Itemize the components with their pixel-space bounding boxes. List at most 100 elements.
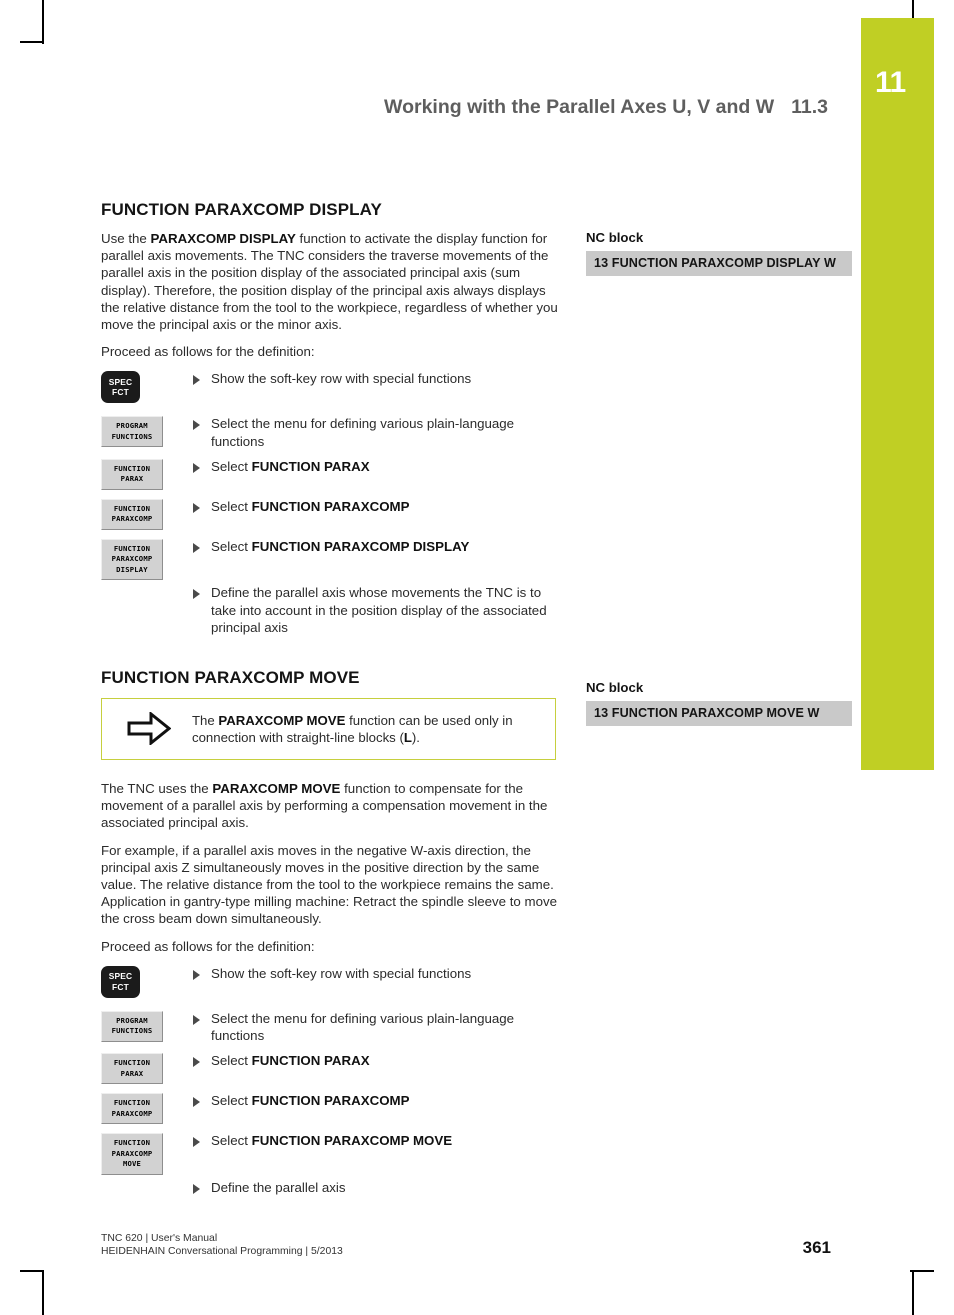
- step-body: Define the parallel axis whose movements…: [193, 583, 563, 636]
- bullet-triangle-icon: [193, 502, 200, 513]
- procedure-step: Define the parallel axis: [101, 1178, 563, 1196]
- bullet-triangle-icon: [193, 1137, 200, 1148]
- key-cell: FUNCTION PARAXCOMP MOVE: [101, 1131, 193, 1175]
- running-head-title: Working with the Parallel Axes U, V and …: [384, 96, 775, 118]
- proceed-label-move: Proceed as follows for the definition:: [101, 938, 315, 954]
- step-text: Select the menu for defining various pla…: [211, 416, 515, 449]
- chapter-tab: 11: [861, 18, 934, 770]
- footer-manual-info: TNC 620 | User's Manual HEIDENHAIN Conve…: [101, 1232, 343, 1258]
- step-body: Select FUNCTION PARAX: [193, 1051, 370, 1069]
- step-body: Show the soft-key row with special funct…: [193, 964, 471, 982]
- step-body: Select FUNCTION PARAXCOMP DISPLAY: [193, 537, 469, 555]
- step-text-emphasis: FUNCTION PARAXCOMP: [251, 1093, 410, 1109]
- bullet-triangle-icon: [193, 420, 200, 431]
- step-text-prefix: Select: [211, 458, 252, 474]
- hardkey-line-2: FCT: [112, 981, 129, 992]
- running-head-section-number: 11.3: [791, 96, 828, 118]
- step-body: Select the menu for defining various pla…: [193, 414, 563, 449]
- softkey-function-paraxcomp-move[interactable]: FUNCTION PARAXCOMP MOVE: [101, 1133, 163, 1175]
- step-text-emphasis: FUNCTION PARAXCOMP MOVE: [251, 1133, 453, 1149]
- crop-mark-bottom-left-horizontal: [20, 1270, 44, 1272]
- softkey-line-1: FUNCTION: [113, 503, 151, 513]
- procedure-step: PROGRAM FUNCTIONS Select the menu for de…: [101, 1009, 563, 1044]
- softkey-line-1: FUNCTION: [113, 1138, 151, 1148]
- softkey-function-paraxcomp[interactable]: FUNCTION PARAXCOMP: [101, 498, 163, 530]
- para1-emphasis: PARAXCOMP MOVE: [212, 780, 341, 796]
- chapter-tab-number: 11: [875, 66, 906, 99]
- running-head: Working with the Parallel Axes U, V and …: [100, 96, 828, 119]
- step-text-prefix: Select: [211, 1053, 252, 1069]
- section-title-paraxcomp-display: FUNCTION PARAXCOMP DISPLAY: [101, 200, 382, 219]
- softkey-line-2: FUNCTIONS: [111, 1026, 153, 1036]
- hardkey-spec-fct[interactable]: SPEC FCT: [101, 371, 140, 404]
- softkey-function-paraxcomp[interactable]: FUNCTION PARAXCOMP: [101, 1093, 163, 1125]
- nc-block-label: NC block: [586, 230, 644, 245]
- bullet-triangle-icon: [193, 1014, 200, 1025]
- softkey-line-2: PARAXCOMP: [111, 514, 153, 524]
- key-cell: FUNCTION PARAXCOMP: [101, 497, 193, 530]
- step-text-emphasis: FUNCTION PARAX: [251, 1053, 370, 1069]
- step-text: Select FUNCTION PARAXCOMP MOVE: [211, 1132, 452, 1149]
- softkey-line-1: FUNCTION: [113, 1098, 151, 1108]
- step-body: Select FUNCTION PARAX: [193, 457, 370, 475]
- key-cell: SPEC FCT: [101, 964, 193, 998]
- step-text: Show the soft-key row with special funct…: [211, 965, 472, 981]
- crop-mark-bottom-right-horizontal: [910, 1270, 934, 1272]
- key-cell: FUNCTION PARAX: [101, 457, 193, 490]
- softkey-program-functions[interactable]: PROGRAM FUNCTIONS: [101, 1010, 163, 1042]
- section-title-paraxcomp-move: FUNCTION PARAXCOMP MOVE: [101, 667, 360, 687]
- note-emphasis-2: L: [403, 729, 412, 745]
- note-icon-wrap: [102, 712, 192, 746]
- key-cell: FUNCTION PARAX: [101, 1051, 193, 1085]
- step-body: Select FUNCTION PARAXCOMP: [193, 497, 410, 515]
- procedure-step: SPEC FCT Show the soft-key row with spec…: [101, 964, 563, 998]
- note-box: The PARAXCOMP MOVE function can be used …: [101, 697, 556, 760]
- procedure-step: FUNCTION PARAXCOMP Select FUNCTION PARAX…: [101, 497, 563, 530]
- procedure-step: FUNCTION PARAX Select FUNCTION PARAX: [101, 1051, 563, 1085]
- crop-mark-bottom-left-vertical: [42, 1271, 44, 1315]
- procedure-step: FUNCTION PARAXCOMP MOVE Select FUNCTION …: [101, 1131, 563, 1175]
- step-text: Select the menu for defining various pla…: [211, 1010, 515, 1043]
- step-text: Select FUNCTION PARAXCOMP: [211, 1092, 410, 1109]
- key-cell: SPEC FCT: [101, 369, 193, 404]
- bullet-triangle-icon: [193, 462, 200, 473]
- page-number: 361: [802, 1238, 831, 1257]
- step-text: Select FUNCTION PARAX: [211, 458, 370, 475]
- note-text-c: ).: [411, 729, 420, 745]
- bullet-triangle-icon: [193, 1097, 200, 1108]
- step-text: Select FUNCTION PARAX: [211, 1052, 370, 1069]
- hardkey-line-1: SPEC: [108, 376, 133, 387]
- key-cell: PROGRAM FUNCTIONS: [101, 1009, 193, 1042]
- softkey-line-2: FUNCTIONS: [111, 431, 153, 441]
- para1-text-a: The TNC uses the: [101, 780, 213, 796]
- proceed-label-display: Proceed as follows for the definition:: [101, 344, 315, 360]
- crop-mark-top-left-vertical: [42, 0, 44, 44]
- softkey-line-2: PARAX: [120, 474, 144, 484]
- procedure-step: FUNCTION PARAXCOMP DISPLAY Select FUNCTI…: [101, 537, 563, 581]
- procedure-list-move: SPEC FCT Show the soft-key row with spec…: [101, 964, 563, 1196]
- step-text-prefix: Select: [211, 538, 252, 554]
- step-body: Select FUNCTION PARAXCOMP MOVE: [193, 1131, 452, 1149]
- step-body: Show the soft-key row with special funct…: [193, 369, 471, 387]
- arrow-right-outline-icon: [127, 712, 171, 746]
- step-text-emphasis: FUNCTION PARAX: [251, 458, 370, 474]
- hardkey-line-1: SPEC: [108, 971, 133, 982]
- hardkey-spec-fct[interactable]: SPEC FCT: [101, 965, 140, 998]
- footer-line-1: TNC 620 | User's Manual: [101, 1233, 218, 1244]
- softkey-program-functions[interactable]: PROGRAM FUNCTIONS: [101, 416, 163, 448]
- bullet-triangle-icon: [193, 589, 200, 600]
- softkey-function-paraxcomp-display[interactable]: FUNCTION PARAXCOMP DISPLAY: [101, 538, 163, 581]
- paragraph-paraxcomp-move-2: For example, if a parallel axis moves in…: [101, 842, 558, 927]
- softkey-function-parax[interactable]: FUNCTION PARAX: [101, 458, 163, 490]
- step-text-prefix: Select: [211, 1093, 252, 1109]
- nc-block-group-display: NC block 13 FUNCTION PARAXCOMP DISPLAY W: [586, 230, 852, 276]
- key-cell: [101, 583, 193, 585]
- softkey-function-parax[interactable]: FUNCTION PARAX: [101, 1053, 163, 1085]
- page-footer: TNC 620 | User's Manual HEIDENHAIN Conve…: [101, 1232, 831, 1258]
- nc-block-label: NC block: [586, 680, 644, 695]
- crop-mark-top-left-horizontal: [20, 41, 44, 43]
- step-text-prefix: Select: [211, 498, 252, 514]
- nc-block-code: 13 FUNCTION PARAXCOMP MOVE W: [586, 701, 852, 726]
- bullet-triangle-icon: [193, 969, 200, 980]
- footer-line-2: HEIDENHAIN Conversational Programming | …: [101, 1246, 343, 1257]
